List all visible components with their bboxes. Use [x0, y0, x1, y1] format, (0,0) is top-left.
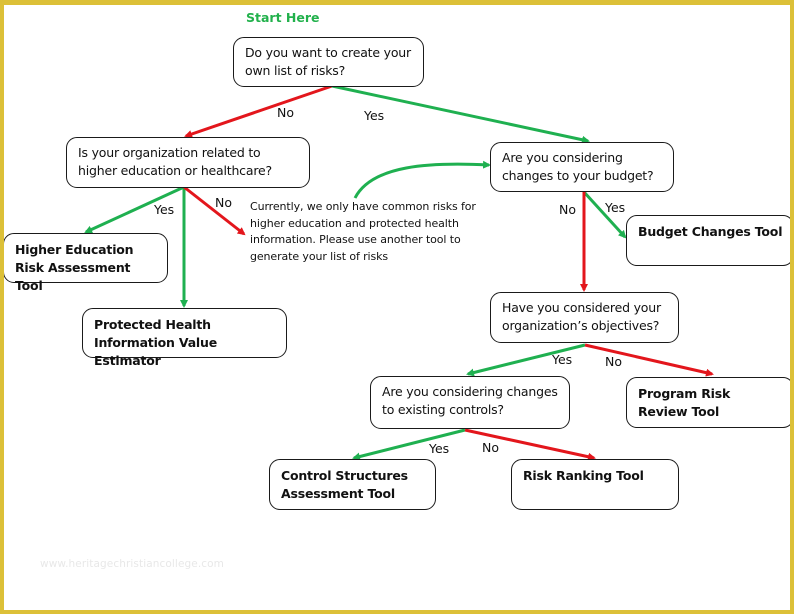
- label-budget-no: No: [559, 202, 576, 217]
- tool-higher-education-risk[interactable]: Higher Education Risk Assessment Tool: [4, 233, 168, 293]
- node-text: Is your organization related to higher e…: [78, 145, 272, 178]
- label-highered-no: No: [215, 195, 232, 210]
- tool-risk-ranking[interactable]: Risk Ranking Tool: [511, 459, 679, 510]
- label-highered-yes: Yes: [154, 202, 175, 217]
- node-text: Are you considering changes to existing …: [382, 384, 558, 417]
- label-controls-no: No: [482, 440, 499, 455]
- label-create-yes: Yes: [364, 108, 385, 123]
- edge-create-no: [184, 84, 333, 138]
- edge-highered-no: [183, 185, 246, 236]
- tool-control-structures[interactable]: Control Structures Assessment Tool: [269, 459, 436, 510]
- node-text: Have you considered your organization’s …: [502, 300, 661, 333]
- node-higher-ed-or-healthcare: Is your organization related to higher e…: [66, 137, 310, 188]
- node-objectives-question: Have you considered your organization’s …: [490, 292, 679, 343]
- node-existing-controls-question: Are you considering changes to existing …: [370, 376, 570, 429]
- node-budget-changes-question: Are you considering changes to your budg…: [490, 142, 674, 192]
- label-budget-yes: Yes: [605, 200, 626, 215]
- tool-phi-value-estimator[interactable]: Protected Health Information Value Estim…: [82, 308, 287, 368]
- flowchart-canvas: Start Here Do you want to create your ow…: [0, 0, 794, 614]
- tool-budget-changes[interactable]: Budget Changes Tool: [626, 215, 790, 266]
- tool-program-risk-review[interactable]: Program Risk Review Tool: [626, 377, 790, 428]
- start-here-label: Start Here: [246, 10, 320, 25]
- tool-text: Budget Changes Tool: [638, 224, 783, 239]
- label-create-no: No: [277, 105, 294, 120]
- tool-text: Program Risk Review Tool: [638, 386, 731, 419]
- unsupported-note: Currently, we only have common risks for…: [250, 200, 476, 263]
- node-create-own-list: Do you want to create your own list of r…: [233, 37, 424, 87]
- node-text: Do you want to create your own list of r…: [245, 45, 411, 78]
- label-objectives-no: No: [605, 354, 622, 369]
- label-controls-yes: Yes: [429, 441, 450, 456]
- tool-text: Risk Ranking Tool: [523, 468, 644, 483]
- label-objectives-yes: Yes: [552, 352, 573, 367]
- node-text: Are you considering changes to your budg…: [502, 150, 654, 183]
- watermark: www.heritagechristiancollege.com: [40, 558, 224, 570]
- tool-text: Control Structures Assessment Tool: [281, 468, 408, 501]
- edge-note-to-budget: [353, 160, 491, 199]
